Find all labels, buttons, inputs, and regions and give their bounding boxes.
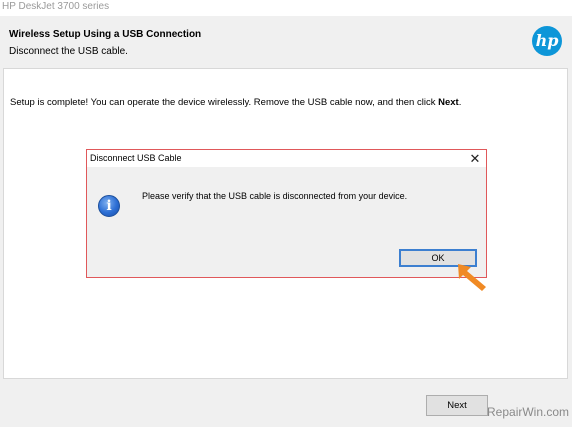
info-icon: i xyxy=(98,195,120,217)
page-title: Wireless Setup Using a USB Connection xyxy=(9,29,202,40)
hp-logo: hp xyxy=(532,26,562,56)
watermark: RepairWin.com xyxy=(487,405,570,419)
dialog-message: Please verify that the USB cable is disc… xyxy=(142,191,408,201)
disconnect-usb-dialog: Disconnect USB Cable ✕ i Please verify t… xyxy=(86,149,487,278)
page-subtitle: Disconnect the USB cable. xyxy=(9,46,128,57)
pointer-arrow-icon xyxy=(458,264,486,291)
setup-complete-message: Setup is complete! You can operate the d… xyxy=(10,97,462,108)
dialog-titlebar: Disconnect USB Cable ✕ xyxy=(87,150,486,167)
dialog-title: Disconnect USB Cable xyxy=(90,153,182,163)
window-title: HP DeskJet 3700 series xyxy=(2,1,110,12)
next-emphasis: Next xyxy=(438,97,459,108)
window-titlebar: HP DeskJet 3700 series xyxy=(0,0,572,16)
next-button[interactable]: Next xyxy=(426,395,488,416)
close-icon[interactable]: ✕ xyxy=(466,150,484,167)
wizard-header: Wireless Setup Using a USB Connection Di… xyxy=(0,16,572,66)
